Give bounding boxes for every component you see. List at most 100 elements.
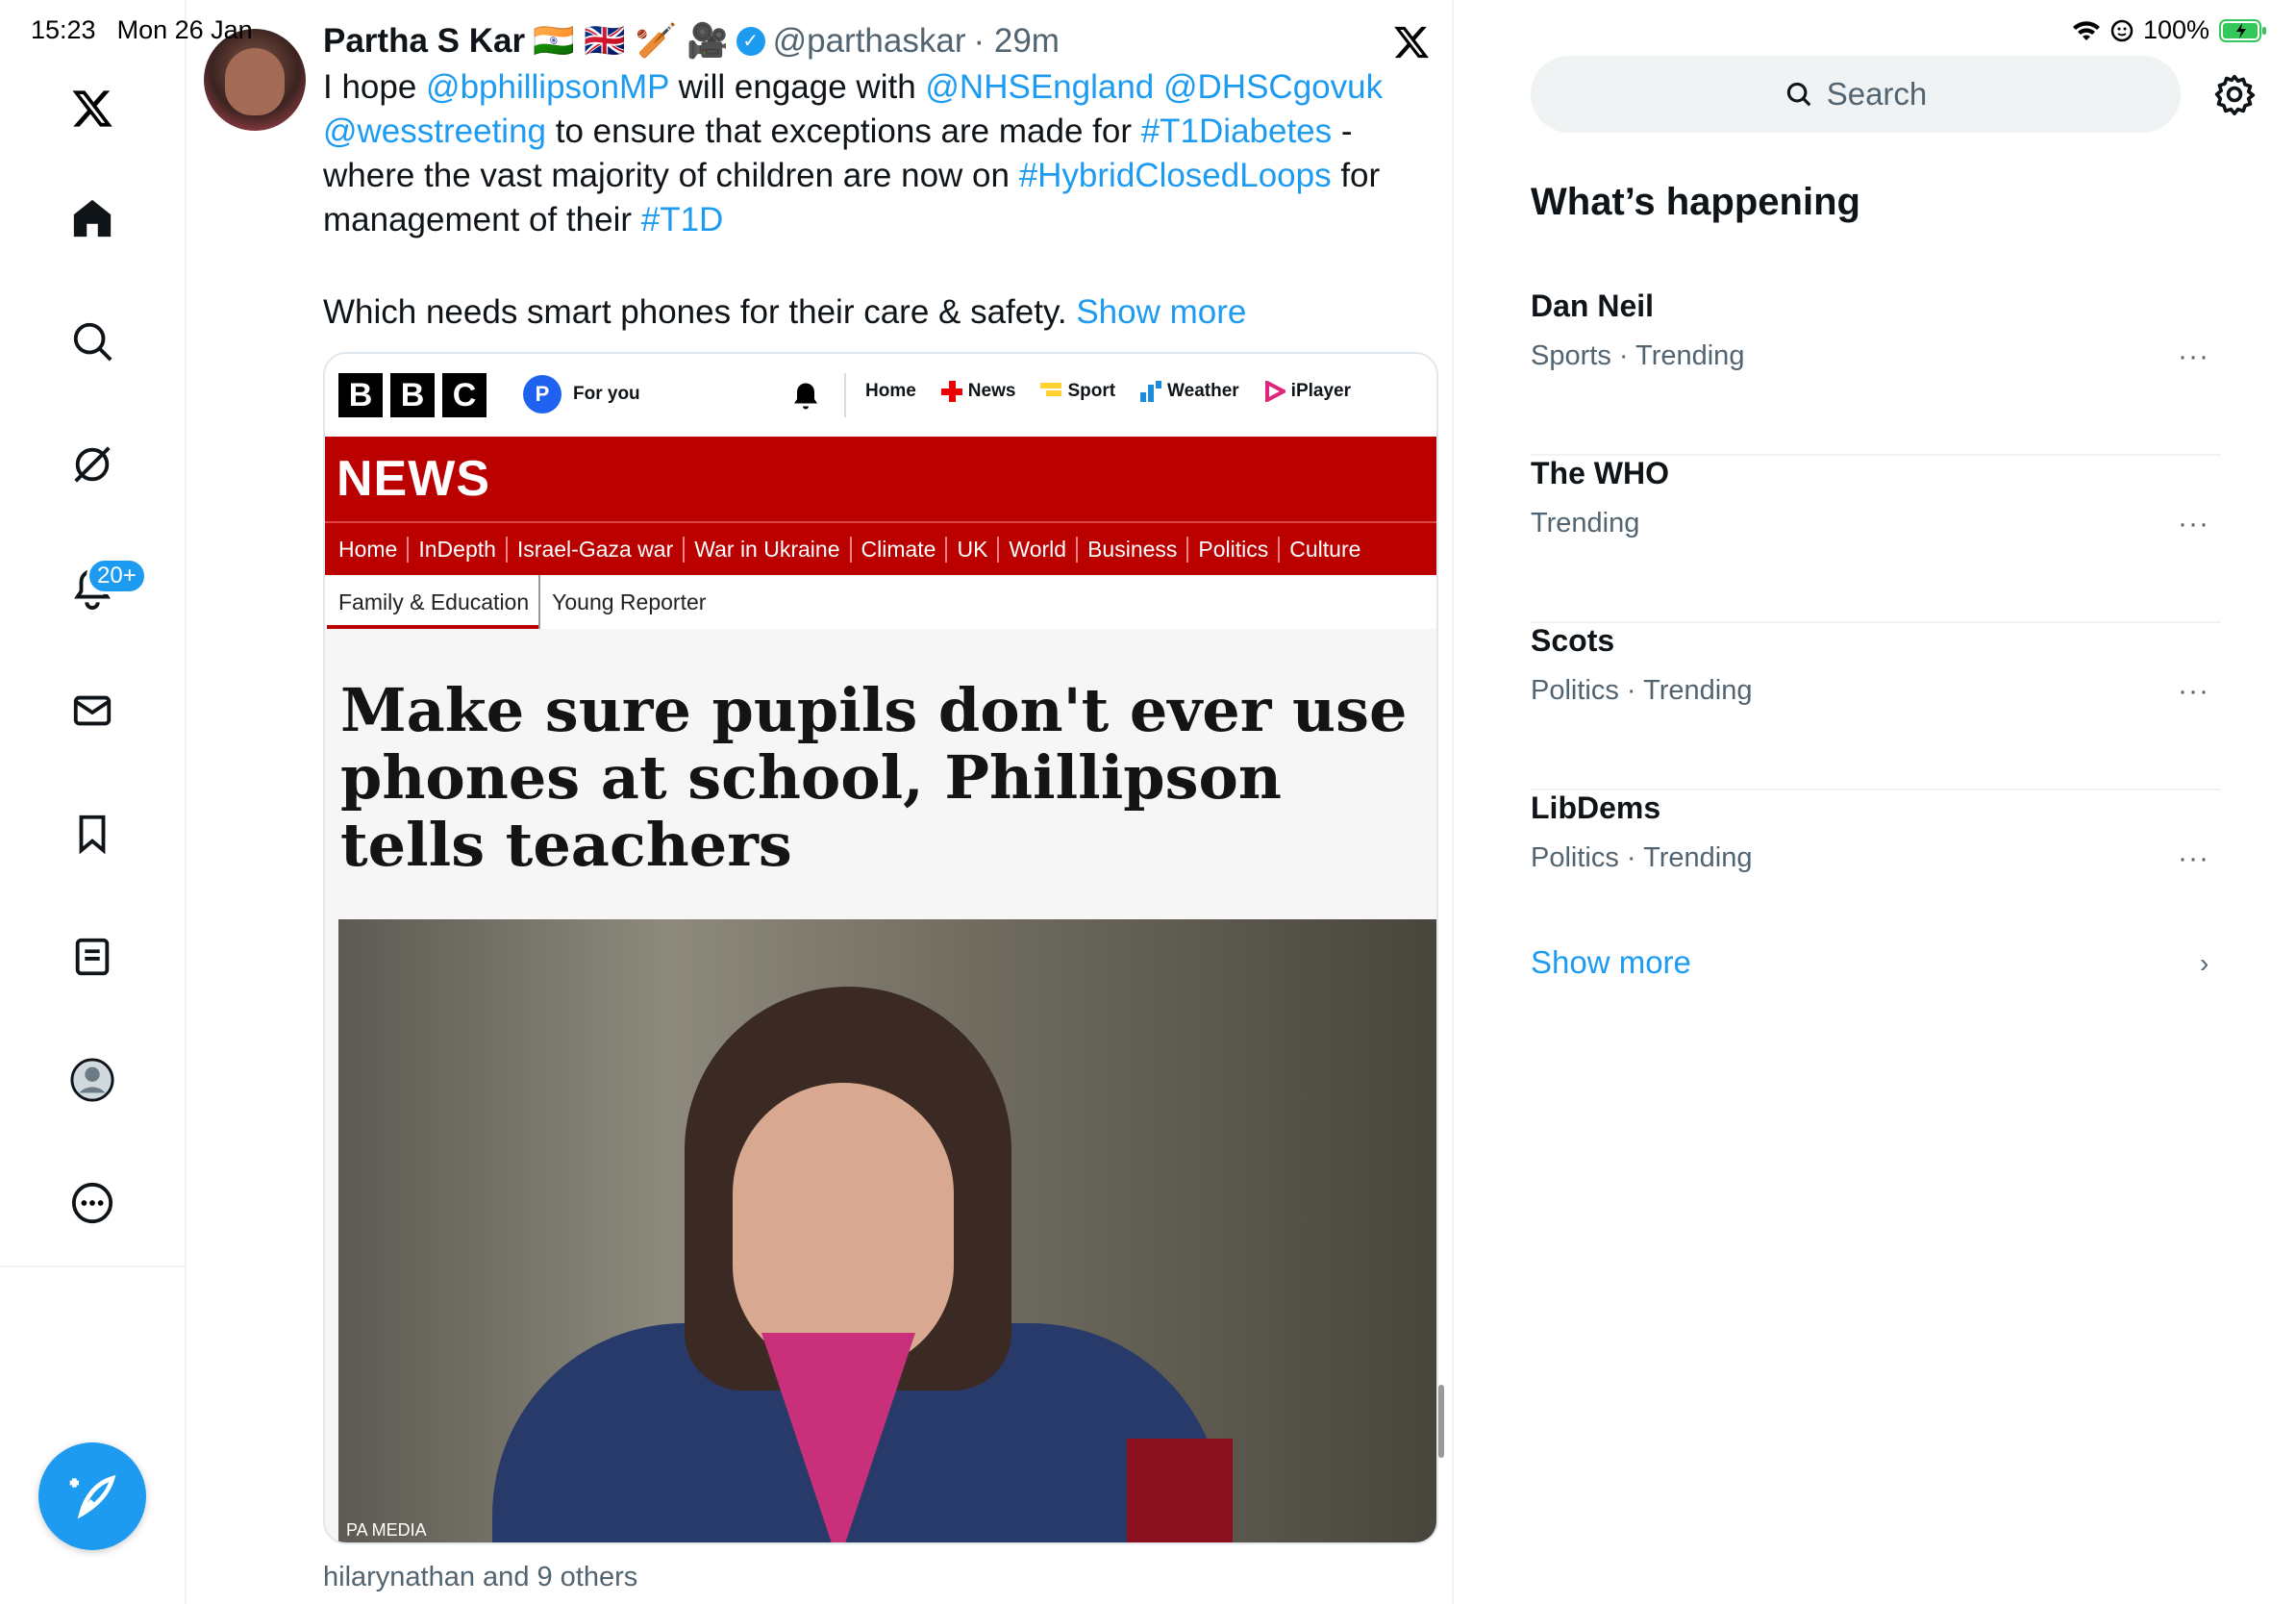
tweet-second-paragraph: Which needs smart phones for their care … — [323, 290, 1246, 335]
bbc-nav-item[interactable]: Home — [338, 536, 410, 563]
iplayer-icon — [1264, 381, 1285, 402]
bbc-nav-item[interactable]: Climate — [852, 536, 948, 563]
tweet-detail: Partha S Kar 🇮🇳 🇬🇧 🏏 🎥 ✓ @parthaskar · 2… — [188, 0, 1454, 1604]
bbc-news-label: NEWS — [337, 451, 490, 507]
trend-meta: Politics · Trending — [1531, 842, 1753, 873]
home-icon[interactable] — [61, 187, 124, 250]
tweet-link[interactable]: @wesstreeting — [323, 113, 546, 150]
article-headline: Make sure pupils don't ever use phones a… — [340, 675, 1408, 880]
bbc-nav-item[interactable]: UK — [947, 536, 1000, 563]
author-emojis: 🇮🇳 🇬🇧 🏏 🎥 — [533, 22, 729, 60]
bbc-subnav-active[interactable]: Family & Education — [326, 575, 541, 629]
bbc-subnav: Family & Education Young Reporter — [325, 575, 1436, 629]
author-name[interactable]: Partha S Kar — [323, 22, 525, 61]
compose-post-button[interactable] — [38, 1442, 146, 1550]
notifications-badge: 20+ — [87, 558, 147, 594]
x-logo-icon[interactable] — [61, 77, 124, 140]
tweet-time[interactable]: · 29m — [974, 22, 1060, 61]
tweet-link[interactable]: @bphillipsonMP — [426, 68, 669, 106]
bbc-link-home[interactable]: Home — [865, 381, 916, 402]
settings-gear-icon[interactable] — [2213, 73, 2256, 115]
bbc-section-nav: Home InDepth Israel-Gaza war War in Ukra… — [325, 521, 1436, 575]
tweet-text-segment — [1154, 68, 1163, 106]
profile-initial-icon: P — [523, 375, 562, 414]
search-placeholder: Search — [1826, 76, 1928, 112]
trend-title: Scots — [1531, 623, 1615, 658]
x-logo-small-icon[interactable] — [1392, 23, 1431, 62]
profile-avatar-icon[interactable] — [61, 1048, 124, 1112]
tweet-link[interactable]: #T1Diabetes — [1141, 113, 1332, 150]
bbc-article-card[interactable]: B B C P For you Home News Sport Weather … — [323, 352, 1438, 1544]
bbc-subnav-item[interactable]: Young Reporter — [540, 589, 706, 615]
battery-icon — [2219, 18, 2266, 42]
author-handle[interactable]: @parthaskar — [773, 22, 966, 61]
bbc-nav-item[interactable]: World — [999, 536, 1079, 563]
bbc-link-weather[interactable]: Weather — [1140, 381, 1239, 402]
tweet-text: I hope @bphillipsonMP will engage with @… — [323, 65, 1438, 242]
tweet-text-segment: will engage with — [668, 68, 926, 106]
tweet-link[interactable]: #HybridClosedLoops — [1019, 157, 1332, 194]
lists-icon[interactable] — [61, 925, 124, 989]
bbc-nav-item[interactable]: InDepth — [409, 536, 508, 563]
bbc-divider — [844, 373, 846, 417]
for-you-label: For you — [573, 384, 640, 404]
trend-item[interactable]: LibDems Politics · Trending ··· — [1531, 790, 2221, 958]
more-dots-icon[interactable]: ··· — [2178, 508, 2209, 540]
status-date: Mon 26 Jan — [116, 15, 253, 44]
scrollbar[interactable] — [1438, 1385, 1444, 1458]
messages-envelope-icon[interactable] — [61, 679, 124, 742]
tweet-link[interactable]: @DHSCgovuk — [1163, 68, 1383, 106]
nav-divider — [0, 1266, 185, 1267]
tweet-text-segment: I hope — [323, 68, 427, 106]
tweet-link[interactable]: #T1D — [641, 201, 724, 238]
bbc-link-label: News — [967, 381, 1016, 401]
bbc-logo-letter: B — [390, 373, 435, 417]
more-options-icon[interactable] — [61, 1171, 124, 1235]
tweet-text-segment: to ensure that exceptions are made for — [546, 113, 1141, 150]
trend-item[interactable]: Scots Politics · Trending ··· — [1531, 623, 2221, 790]
bbc-nav-item[interactable]: Culture — [1280, 537, 1370, 563]
bbc-link-iplayer[interactable]: iPlayer — [1264, 381, 1351, 402]
show-more-link[interactable]: Show more — [1076, 293, 1246, 331]
bbc-news-banner: NEWS — [325, 437, 1436, 521]
trend-item[interactable]: Dan Neil Sports · Trending ··· — [1531, 288, 2221, 456]
tweet-link[interactable]: @NHSEngland — [925, 68, 1154, 106]
wifi-icon — [2072, 20, 2100, 40]
grok-icon[interactable] — [61, 433, 124, 496]
bookmarks-icon[interactable] — [61, 802, 124, 865]
search-input[interactable]: Search — [1531, 56, 2181, 133]
bbc-link-news[interactable]: News — [940, 381, 1016, 402]
bbc-link-label: Home — [865, 381, 916, 401]
tweet-second-text: Which needs smart phones for their care … — [323, 293, 1067, 331]
photo-credit: PA MEDIA — [346, 1520, 427, 1540]
trend-title: LibDems — [1531, 790, 1661, 825]
bbc-nav-item[interactable]: Israel-Gaza war — [508, 536, 686, 563]
bbc-nav-item[interactable]: Business — [1078, 536, 1189, 563]
trend-meta: Politics · Trending — [1531, 675, 1753, 706]
bbc-logo-letter: C — [442, 373, 487, 417]
status-bar-right: 100% — [2072, 15, 2267, 45]
bbc-link-sport[interactable]: Sport — [1040, 381, 1115, 402]
trend-item[interactable]: The WHO Trending ··· — [1531, 456, 2221, 623]
bbc-link-label: Sport — [1067, 381, 1116, 401]
more-dots-icon[interactable]: ··· — [2178, 340, 2209, 373]
bbc-link-label: Weather — [1167, 381, 1239, 401]
search-icon[interactable] — [61, 310, 124, 373]
compose-feather-icon — [69, 1474, 116, 1519]
photo-figure-face — [733, 1083, 954, 1371]
show-more-trends-link[interactable]: Show more — [1531, 944, 1691, 981]
bbc-for-you[interactable]: P For you — [523, 375, 640, 414]
bbc-top-links: Home News Sport Weather iPlayer — [865, 381, 1351, 402]
bbc-bell-icon[interactable] — [788, 379, 823, 414]
bbc-nav-item[interactable]: Politics — [1188, 536, 1281, 563]
more-dots-icon[interactable]: ··· — [2178, 675, 2209, 708]
bbc-logo[interactable]: B B C — [338, 373, 487, 417]
verified-badge-icon: ✓ — [736, 26, 765, 56]
photo-red-folder — [1127, 1439, 1233, 1542]
more-dots-icon[interactable]: ··· — [2178, 842, 2209, 875]
liked-by-text[interactable]: hilarynathan and 9 others — [323, 1562, 637, 1593]
trend-meta: Trending — [1531, 508, 1640, 539]
status-time: 15:23 — [31, 15, 96, 44]
article-photo: PA MEDIA — [338, 919, 1436, 1542]
bbc-nav-item[interactable]: War in Ukraine — [685, 536, 852, 563]
